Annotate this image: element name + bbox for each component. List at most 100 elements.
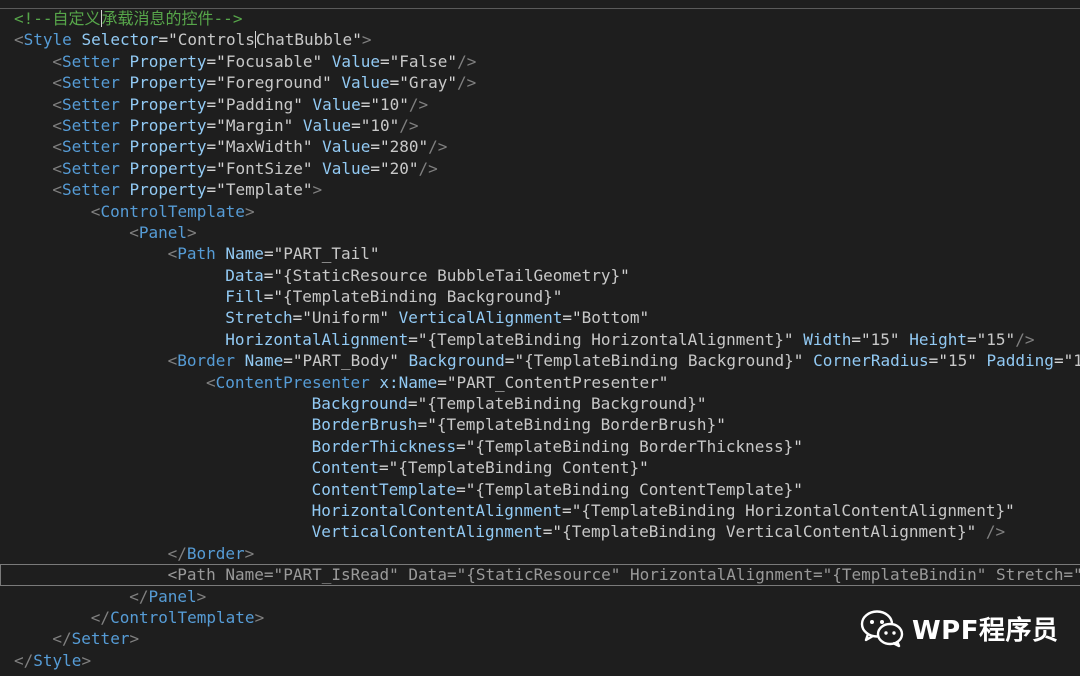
token-attribute-name: CornerRadius [813,351,929,371]
token-attribute-value: Padding [225,94,294,114]
token-equals: = [562,500,572,520]
token-quote: " [620,265,630,285]
token-bracket: /> [418,158,438,178]
code-line[interactable]: <Setter Property="FontSize" Value="20"/> [0,158,1080,179]
token-equals: = [1053,351,1064,371]
token-attribute-value: Template [225,180,303,200]
token-attribute-value: 10 [379,94,400,114]
code-lines[interactable]: <!--自定义承载消息的控件--> <Style Selector="Contro… [0,8,1080,671]
token-attribute-name: BorderThickness [311,436,457,456]
token-attribute-name: Fill [225,287,264,307]
token-bracket: > [244,543,255,563]
token-attribute-name: Content [311,458,380,478]
token-attribute-name: Width [803,329,852,349]
token-quote: " [966,522,977,542]
code-line[interactable]: BorderThickness="{TemplateBinding Border… [0,436,1080,457]
token-attribute-name: VerticalAlignment [398,308,563,328]
token-equals: = [562,308,573,328]
token-equals: = [928,351,939,371]
token-comment: <!--自定义 [14,9,101,28]
token-equals: = [283,351,293,371]
token-quote: " [352,30,362,50]
token-quote: " [976,329,987,349]
code-line[interactable]: <Path Name="PART_Tail" [0,243,1080,264]
code-line[interactable]: <Style Selector="ControlsChatBubble"> [0,29,1080,50]
token-attribute-name: Property [129,137,207,157]
code-line[interactable]: <ContentPresenter x:Name= "PART_ContentPr… [0,372,1080,393]
token-bracket: > [244,201,255,221]
token-quote: " [793,436,803,456]
token-bracket: < [52,51,63,71]
code-line[interactable]: ContentTemplate="{TemplateBinding Conten… [0,479,1080,500]
code-line[interactable]: <!--自定义承载消息的控件--> [0,8,1080,29]
code-line[interactable]: <ControlTemplate> [0,201,1080,222]
code-line[interactable]: <Setter Property="Focusable" Value="Fals… [0,51,1080,72]
token-attribute-name: Value [322,137,371,157]
token-attribute-name: Value [322,158,371,178]
token-quote: " [716,415,726,435]
token-tag-name: Path [177,244,216,264]
code-line[interactable]: </Panel> [0,586,1080,607]
token-bracket: < [52,115,63,135]
code-line[interactable]: Background="{TemplateBinding Background}… [0,393,1080,414]
token-bracket: > [312,180,323,200]
token-quote: " [793,351,804,371]
code-line[interactable]: Data="{StaticResource BubbleTailGeometry… [0,265,1080,286]
token-attribute-name: Value [341,73,390,93]
code-line[interactable]: <Setter Property="Margin" Value="10"/> [0,115,1080,136]
token-bracket: > [187,222,197,242]
token-quote: " [312,51,323,71]
code-line[interactable]: <Setter Property="Template"> [0,179,1080,200]
code-line[interactable]: <Border Name="PART_Body" Background="{Te… [0,350,1080,371]
code-line[interactable]: VerticalContentAlignment="{TemplateBindi… [0,521,1080,542]
code-line[interactable]: Stretch="Uniform" VerticalAlignment="Bot… [0,307,1080,328]
token-bracket: /> [408,94,429,114]
token-tag-name: Panel [138,222,187,242]
code-line[interactable]: <Path Name="PART_IsRead" Data="{StaticRe… [0,564,1080,586]
token-quote: " [417,329,428,349]
token-attribute-value: {TemplateBinding ContentTemplate} [475,479,794,499]
code-line[interactable]: Fill="{TemplateBinding Background}" [0,286,1080,307]
code-line[interactable]: <Setter Property="MaxWidth" Value="280"/… [0,136,1080,157]
code-line[interactable]: <Setter Property="Foreground" Value="Gra… [0,72,1080,93]
token-equals: = [158,30,169,50]
token-attribute-name: x:Name [379,372,438,392]
code-line[interactable]: <Setter Property="Padding" Value="10"/> [0,94,1080,115]
token-quote: " [302,180,313,200]
token-equals: = [360,94,371,114]
token-tag-name: Setter [62,180,120,200]
token-faded-code: <Path Name="PART_IsRead" Data="{StaticRe… [167,565,1080,585]
code-line[interactable]: </Style> [0,650,1080,671]
token-quote: " [273,244,284,264]
code-line[interactable]: HorizontalAlignment="{TemplateBinding Ho… [0,329,1080,350]
token-bracket: > [254,607,265,627]
code-line[interactable]: <Panel> [0,222,1080,243]
token-attribute-value: {TemplateBinding BorderThickness} [475,436,794,456]
code-line[interactable]: </Border> [0,543,1080,564]
token-bracket: /> [457,73,477,93]
token-attribute-name: Property [129,73,207,93]
token-quote: " [216,158,226,178]
token-attribute-value: MaxWidth [225,137,303,157]
token-tag-name: ControlTemplate [110,607,255,627]
token-attribute-value: {TemplateBinding BorderBrush} [436,415,717,435]
token-attribute-name: Padding [986,351,1054,371]
token-tag-name: Setter [62,73,120,93]
token-attribute-name: VerticalContentAlignment [311,522,543,542]
token-equals: = [967,329,977,349]
token-attribute-value: {TemplateBinding Content} [398,458,640,478]
code-editor[interactable]: <!--自定义承载消息的控件--> <Style Selector="Contro… [0,0,1080,676]
token-attribute-value: {TemplateBinding Background} [427,394,697,414]
code-line[interactable]: Content="{TemplateBinding Content}" [0,457,1080,478]
token-equals: = [851,329,862,349]
code-line[interactable]: BorderBrush="{TemplateBinding BorderBrus… [0,414,1080,435]
token-attribute-name: Height [909,329,967,349]
token-equals: = [408,329,418,349]
code-line[interactable]: HorizontalContentAlignment="{TemplateBin… [0,500,1080,521]
token-attribute-value: {TemplateBinding Background} [283,287,553,307]
